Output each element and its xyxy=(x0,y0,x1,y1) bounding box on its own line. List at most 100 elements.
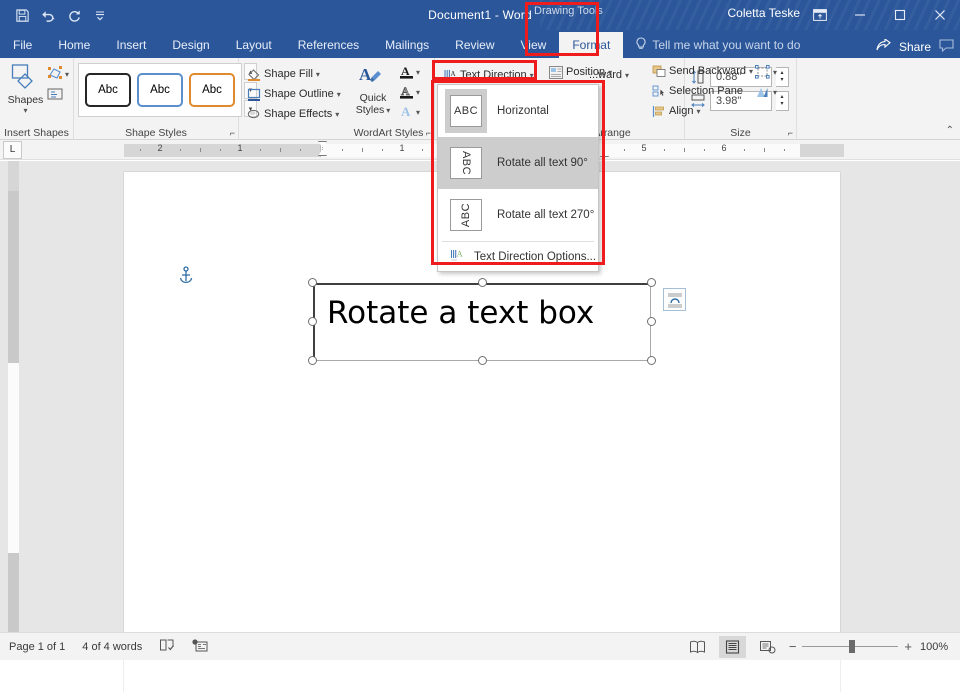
anchor-icon[interactable] xyxy=(178,266,196,286)
wordart-styles-dialog-launcher[interactable]: ⌐ xyxy=(426,128,431,138)
print-layout-button[interactable] xyxy=(718,635,746,658)
layout-options-icon[interactable] xyxy=(663,288,686,311)
tab-stop-selector[interactable]: L xyxy=(3,140,22,159)
chevron-down-icon[interactable]: ▾ xyxy=(23,106,27,115)
menu-item-label: Rotate all text 270° xyxy=(497,209,595,221)
chevron-down-icon[interactable]: ▾ xyxy=(773,88,777,97)
resize-handle-bottom-left[interactable] xyxy=(308,356,317,365)
resize-handle-middle-left[interactable] xyxy=(308,317,317,326)
shape-outline-icon xyxy=(246,87,261,102)
contextual-tab-label: Drawing Tools xyxy=(534,5,603,17)
chevron-down-icon[interactable]: ▾ xyxy=(416,88,420,97)
shape-styles-gallery[interactable]: Abc Abc Abc xyxy=(78,63,242,117)
draw-textbox-button[interactable] xyxy=(47,87,69,104)
proofing-errors-icon[interactable] xyxy=(159,638,175,655)
maximize-button[interactable] xyxy=(880,0,920,30)
chevron-down-icon[interactable]: ▾ xyxy=(386,106,390,115)
chevron-down-icon[interactable]: ▾ xyxy=(608,68,612,77)
chevron-down-icon[interactable]: ▾ xyxy=(696,107,700,116)
tab-insert[interactable]: Insert xyxy=(103,32,159,58)
zoom-out-button[interactable]: − xyxy=(789,640,797,653)
menu-item-label: Horizontal xyxy=(497,105,549,117)
shape-fill-button[interactable]: Shape Fill ▾ xyxy=(243,64,323,84)
position-icon xyxy=(548,65,563,80)
send-backward-button[interactable]: Send Backward ▾ xyxy=(648,61,758,81)
ruler-label: 1 xyxy=(399,143,405,153)
text-outline-button[interactable]: A ▾ xyxy=(399,83,420,102)
tab-view[interactable]: View xyxy=(508,32,560,58)
menu-item-horizontal[interactable]: ABC Horizontal xyxy=(438,85,598,137)
shapes-button[interactable]: Shapes ▾ xyxy=(4,61,47,115)
chevron-down-icon[interactable]: ▾ xyxy=(416,108,420,117)
word-count-status[interactable]: 4 of 4 words xyxy=(82,641,142,653)
zoom-in-button[interactable]: + xyxy=(904,640,912,653)
chevron-down-icon[interactable]: ▾ xyxy=(625,71,629,80)
edit-shape-button[interactable]: ▾ xyxy=(47,65,69,83)
minimize-button[interactable] xyxy=(840,0,880,30)
resize-handle-bottom-right[interactable] xyxy=(647,356,656,365)
menu-item-rotate-90[interactable]: ABC Rotate all text 90° xyxy=(438,137,598,189)
chevron-down-icon[interactable]: ▾ xyxy=(416,68,420,77)
zoom-track[interactable] xyxy=(802,640,899,653)
shape-style-thumb[interactable]: Abc xyxy=(137,73,183,107)
share-button[interactable]: Share xyxy=(876,37,954,55)
chevron-down-icon[interactable]: ▾ xyxy=(773,68,777,77)
text-box-content[interactable]: Rotate a text box xyxy=(327,295,594,331)
tab-mailings[interactable]: Mailings xyxy=(372,32,442,58)
resize-handle-top-center[interactable] xyxy=(478,278,487,287)
shape-styles-dialog-launcher[interactable]: ⌐ xyxy=(230,128,235,138)
user-account-name[interactable]: Coletta Teske xyxy=(728,6,801,20)
page-number-status[interactable]: Page 1 of 1 xyxy=(9,641,65,653)
quick-styles-button[interactable]: A Quick Styles ▾ xyxy=(347,61,399,116)
record-macro-icon[interactable] xyxy=(192,638,208,655)
read-mode-button[interactable] xyxy=(684,636,711,658)
chevron-down-icon[interactable]: ▾ xyxy=(530,71,534,80)
comments-icon[interactable] xyxy=(939,39,954,55)
align-button[interactable]: Align ▾ xyxy=(648,101,758,121)
wordart-letter-buttons: A ▾ A ▾ A ▾ xyxy=(399,61,420,122)
text-direction-dropdown-menu[interactable]: ABC Horizontal ABC Rotate all text 90° A… xyxy=(437,84,599,272)
text-effects-button[interactable]: A ▾ xyxy=(399,103,420,122)
size-dialog-launcher[interactable]: ⌐ xyxy=(788,128,793,138)
ribbon-display-options-icon[interactable] xyxy=(800,0,840,30)
text-direction-button[interactable]: A Text Direction ▾ xyxy=(439,65,537,85)
position-button[interactable]: Position ▾ xyxy=(545,62,615,82)
tab-review[interactable]: Review xyxy=(442,32,507,58)
shape-style-thumb[interactable]: Abc xyxy=(85,73,131,107)
text-box-shape[interactable]: Rotate a text box xyxy=(308,278,656,365)
resize-handle-middle-right[interactable] xyxy=(647,317,656,326)
close-button[interactable] xyxy=(920,0,960,30)
collapse-ribbon-button[interactable]: ⌃ xyxy=(946,125,954,136)
text-fill-button[interactable]: A ▾ xyxy=(399,63,420,82)
tab-references[interactable]: References xyxy=(285,32,372,58)
chevron-down-icon[interactable]: ▾ xyxy=(316,70,320,79)
selection-pane-label: Selection Pane xyxy=(669,85,743,97)
menu-item-rotate-270[interactable]: ABC Rotate all text 270° xyxy=(438,189,598,241)
vertical-ruler[interactable] xyxy=(8,161,19,632)
tell-me-box[interactable]: Tell me what you want to do xyxy=(635,32,800,58)
rotate-objects-button[interactable]: ▾ xyxy=(752,82,780,102)
shape-effects-button[interactable]: Shape Effects ▾ xyxy=(243,104,342,124)
chevron-down-icon[interactable]: ▾ xyxy=(65,70,69,79)
web-layout-button[interactable] xyxy=(754,636,781,658)
tab-file[interactable]: File xyxy=(0,32,46,58)
window-controls xyxy=(800,0,960,30)
resize-handle-top-left[interactable] xyxy=(308,278,317,287)
zoom-slider[interactable]: − + xyxy=(789,640,912,653)
shape-style-thumb[interactable]: Abc xyxy=(189,73,235,107)
tab-layout[interactable]: Layout xyxy=(223,32,285,58)
tab-design[interactable]: Design xyxy=(159,32,222,58)
tab-home[interactable]: Home xyxy=(45,32,103,58)
menu-item-text-direction-options[interactable]: A Text Direction Options... xyxy=(438,242,598,271)
resize-handle-top-right[interactable] xyxy=(647,278,656,287)
selection-pane-button[interactable]: Selection Pane xyxy=(648,81,758,101)
shape-outline-button[interactable]: Shape Outline ▾ xyxy=(243,84,344,104)
resize-handle-bottom-center[interactable] xyxy=(478,356,487,365)
chevron-down-icon[interactable]: ▾ xyxy=(335,110,339,119)
group-objects-button[interactable]: ▾ xyxy=(752,62,780,82)
zoom-thumb[interactable] xyxy=(849,640,856,653)
svg-text:A: A xyxy=(457,249,463,258)
tab-format[interactable]: Format xyxy=(559,32,624,58)
chevron-down-icon[interactable]: ▾ xyxy=(337,90,341,99)
zoom-level-label[interactable]: 100% xyxy=(920,641,950,653)
